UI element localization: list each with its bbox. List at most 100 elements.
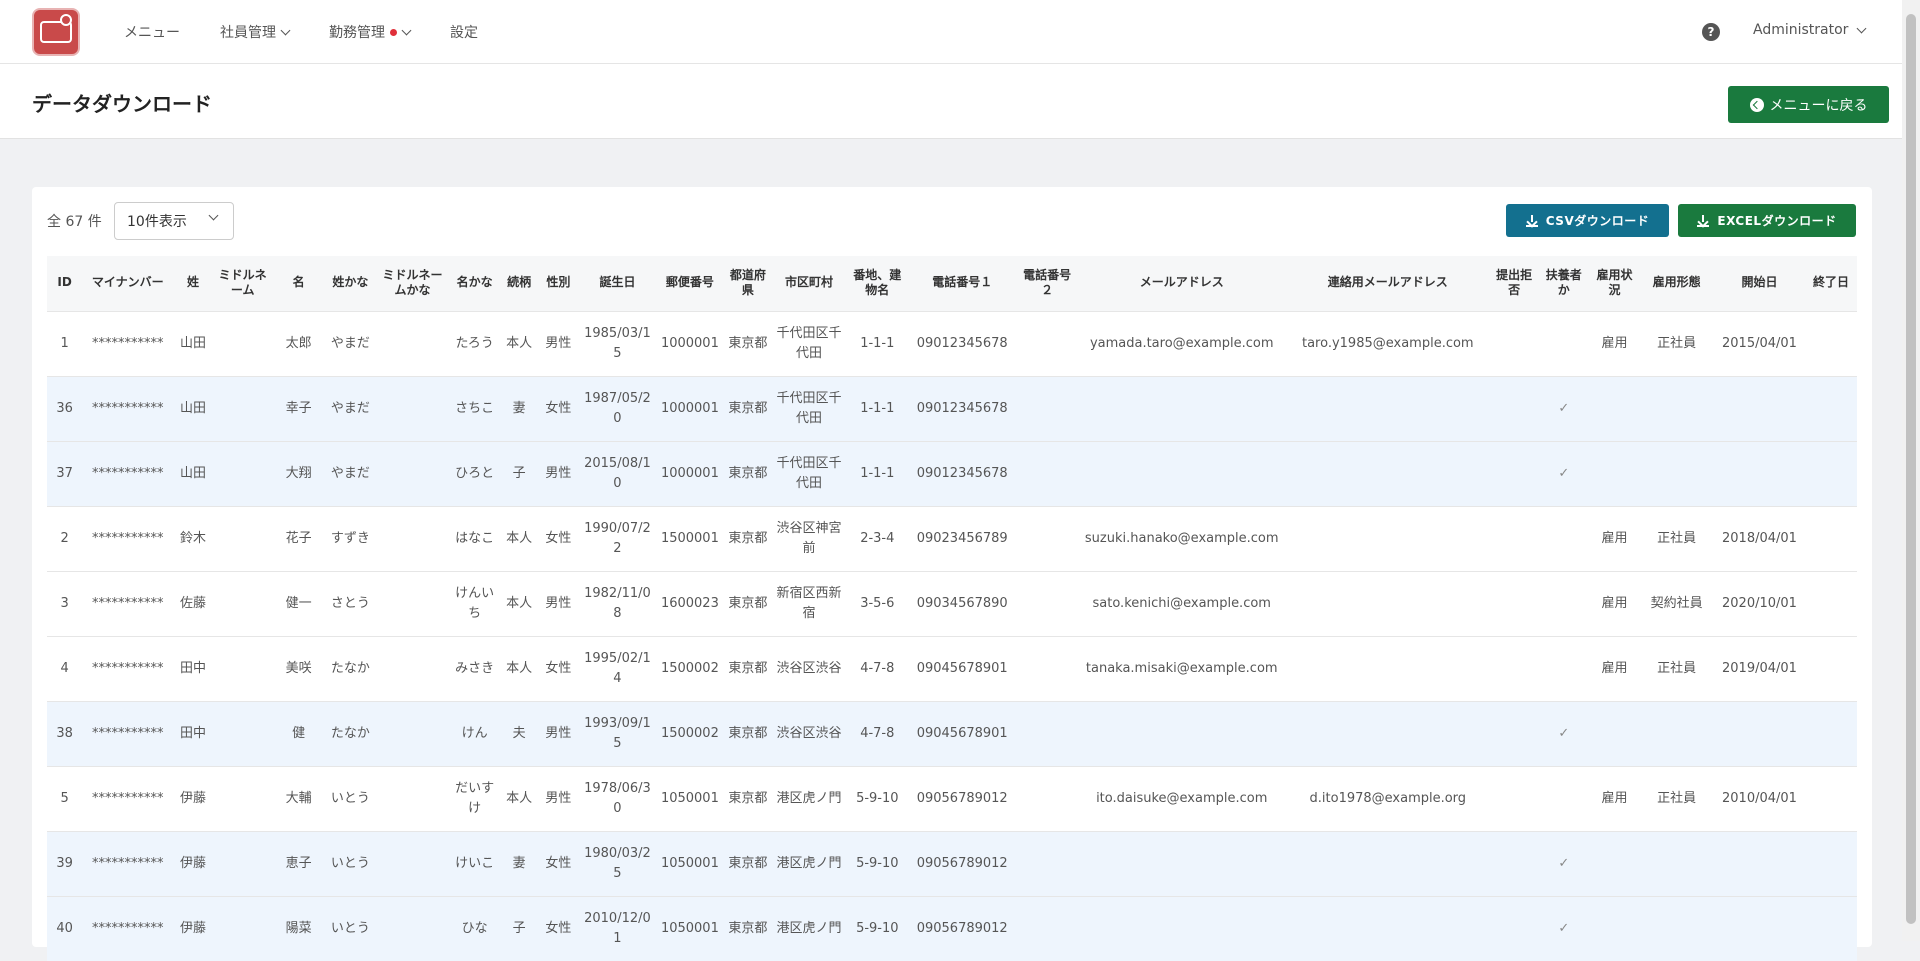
table-cell: 正社員 — [1639, 635, 1714, 701]
table-cell — [1805, 635, 1857, 701]
column-header: 名かな — [448, 256, 501, 311]
table-cell: 本人 — [500, 310, 538, 376]
table-cell: *********** — [82, 440, 174, 506]
table-cell: 男性 — [537, 765, 580, 831]
table-cell: 1-1-1 — [846, 440, 909, 506]
nav-employee-dropdown[interactable]: 社員管理 — [220, 22, 291, 42]
download-icon — [1525, 214, 1538, 227]
column-header: メールアドレス — [1078, 256, 1286, 311]
nav-employee-label: 社員管理 — [220, 25, 276, 41]
table-row[interactable]: 40 *********** 伊藤 陽菜 いとう ひな子女性 2010/12/01 10500… — [47, 895, 1857, 961]
table-row[interactable]: 3 *********** 佐藤 健一 さとう けんいち 本人 男性 1982/11/08 160… — [47, 570, 1857, 636]
table-cell — [1016, 895, 1079, 961]
scrollbar-thumb[interactable] — [1906, 14, 1916, 924]
table-cell: 新宿区西新宿 — [771, 570, 847, 636]
chevron-down-icon — [208, 210, 219, 221]
table-cell — [1805, 310, 1857, 376]
table-cell — [376, 375, 449, 441]
per-page-select[interactable]: 10件表示 — [114, 202, 234, 240]
column-header: ミドルネームかな — [376, 256, 449, 311]
table-cell — [1713, 375, 1806, 441]
table-cell — [1285, 700, 1491, 766]
column-header: 終了日 — [1805, 256, 1857, 311]
table-cell — [1490, 440, 1538, 506]
table-row[interactable]: 2 *********** 鈴木 花子 すずき はなこ 本人 女性 1990/07/22 1500… — [47, 505, 1857, 571]
table-cell: 2018/04/01 — [1713, 505, 1806, 571]
table-cell — [212, 375, 273, 441]
column-header: 誕生日 — [579, 256, 656, 311]
table-cell — [376, 765, 449, 831]
table-cell: tanaka.misaki@example.com — [1078, 635, 1286, 701]
table-cell: 妻 — [500, 375, 538, 441]
table-cell: 渋谷区渋谷 — [771, 700, 847, 766]
table-cell: 3-5-6 — [846, 570, 909, 636]
help-question-icon[interactable]: ? — [1702, 23, 1720, 41]
table-cell: 東京都 — [724, 700, 772, 766]
table-cell: 夫 — [500, 700, 538, 766]
table-cell: ひな — [448, 895, 501, 961]
table-cell: 男性 — [537, 440, 580, 506]
table-row[interactable]: 5 *********** 伊藤 大輔 いとう だいすけ 本人 男性 1978/06/30 105… — [47, 765, 1857, 831]
table-cell: 東京都 — [724, 765, 772, 831]
table-row[interactable]: 1 *********** 山田 太郎 やまだ たろう 本人 男性 1985/03/15 1000… — [47, 310, 1857, 376]
table-cell — [1713, 700, 1806, 766]
column-header: 開始日 — [1713, 256, 1806, 311]
table-cell: 1987/05/20 — [579, 375, 656, 441]
nav-menu[interactable]: メニュー — [124, 22, 180, 42]
data-table-wrapper: ID マイナンバー姓ミドルネーム名姓かな ミドルネームかな 名かな 続柄 性別 誕生日 郵便番… — [47, 256, 1857, 961]
download-icon — [1697, 214, 1710, 227]
table-cell: 雇用 — [1589, 765, 1640, 831]
table-cell — [376, 830, 449, 896]
nav-attendance-dropdown[interactable]: 勤務管理 — [329, 22, 412, 42]
column-header: 電話番号２ — [1016, 256, 1079, 311]
page-scrollbar[interactable] — [1902, 0, 1920, 941]
chevron-down-icon — [401, 25, 412, 35]
app-logo-icon[interactable] — [32, 8, 80, 56]
user-name: Administrator — [1753, 22, 1849, 38]
table-cell — [1016, 570, 1079, 636]
table-cell: 東京都 — [724, 505, 772, 571]
table-cell — [1490, 765, 1538, 831]
nav-settings[interactable]: 設定 — [450, 22, 478, 42]
user-menu-dropdown[interactable]: Administrator — [1753, 22, 1867, 38]
table-cell: 山田 — [173, 375, 213, 441]
per-page-value: 10件表示 — [127, 214, 187, 230]
table-row[interactable]: 4 *********** 田中 美咲 たなか みさき 本人 女性 1995/02/14 1500… — [47, 635, 1857, 701]
excel-download-label: EXCELダウンロード — [1717, 214, 1837, 228]
csv-download-button[interactable]: CSVダウンロード — [1506, 204, 1669, 237]
table-cell: 本人 — [500, 765, 538, 831]
table-cell: 東京都 — [724, 830, 772, 896]
table-row[interactable]: 36 *********** 山田 幸子 やまだ さちこ妻女性 1987/05/20 1000… — [47, 375, 1857, 441]
table-cell — [1805, 700, 1857, 766]
table-row[interactable]: 39 *********** 伊藤 恵子 いとう けいこ妻女性 1980/03/25 1050… — [47, 830, 1857, 896]
table-cell: 1050001 — [655, 830, 725, 896]
arrow-left-circle-icon — [1749, 97, 1764, 112]
table-cell: 1500002 — [655, 700, 725, 766]
table-row[interactable]: 37 *********** 山田 大翔 やまだ ひろと子男性 2015/08/10 1000… — [47, 440, 1857, 506]
data-table: ID マイナンバー姓ミドルネーム名姓かな ミドルネームかな 名かな 続柄 性別 誕生日 郵便番… — [47, 256, 1857, 961]
excel-download-button[interactable]: EXCELダウンロード — [1678, 204, 1856, 237]
table-cell: やまだ — [324, 310, 377, 376]
table-cell: 1985/03/15 — [579, 310, 656, 376]
table-cell: さちこ — [448, 375, 501, 441]
table-cell — [1805, 375, 1857, 441]
table-cell: 5-9-10 — [846, 830, 909, 896]
table-cell — [376, 570, 449, 636]
table-cell — [1016, 635, 1079, 701]
back-to-menu-button[interactable]: メニューに戻る — [1728, 86, 1889, 123]
table-cell — [212, 700, 273, 766]
table-cell — [1805, 505, 1857, 571]
table-cell — [212, 895, 273, 961]
chevron-down-icon — [280, 25, 291, 35]
table-cell: 女性 — [537, 895, 580, 961]
table-cell: 1500001 — [655, 505, 725, 571]
table-cell: 伊藤 — [173, 765, 213, 831]
table-cell: 東京都 — [724, 895, 772, 961]
table-cell: 本人 — [500, 635, 538, 701]
table-row[interactable]: 38 *********** 田中健たなか けん夫男性 1993/09/15 150000… — [47, 700, 1857, 766]
table-cell: たなか — [324, 700, 377, 766]
table-cell — [1639, 895, 1714, 961]
table-cell: 39 — [47, 830, 83, 896]
table-cell — [1589, 895, 1640, 961]
check-icon: ✓ — [1537, 895, 1590, 961]
